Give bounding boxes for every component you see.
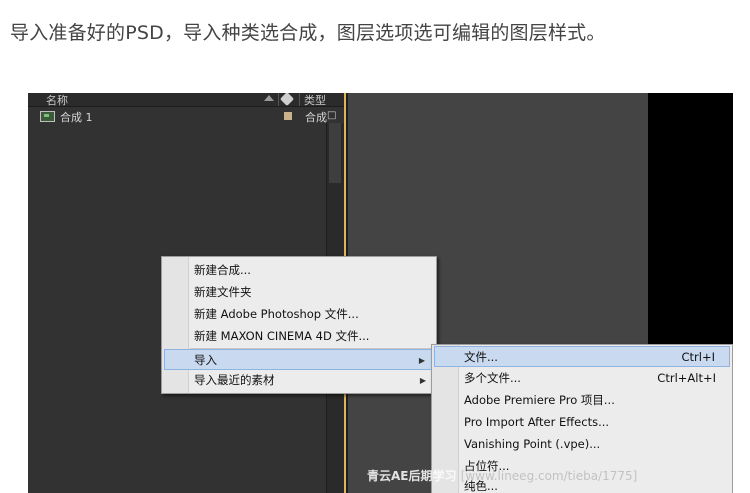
- column-type-header[interactable]: 类型: [304, 93, 326, 108]
- column-separator[interactable]: [299, 93, 300, 106]
- project-item-type: 合成: [305, 111, 327, 124]
- submenu-arrow-icon: ▶: [419, 376, 426, 385]
- article-caption: 导入准备好的PSD，导入种类选合成，图层选项选可编辑的图层样式。: [10, 22, 606, 44]
- menu-item-import[interactable]: 导入 ▶: [164, 349, 434, 370]
- label-color-swatch[interactable]: [284, 112, 292, 120]
- menu-item-label: Pro Import After Effects...: [464, 415, 610, 429]
- project-item-name: 合成 1: [60, 111, 93, 124]
- menu-item-label: 文件...: [464, 350, 498, 364]
- submenu-item-pro-import[interactable]: Pro Import After Effects...: [434, 412, 730, 433]
- menu-item-shortcut: Ctrl+Alt+I: [657, 371, 716, 385]
- menu-item-shortcut: Ctrl+I: [681, 350, 716, 364]
- flowchart-icon[interactable]: □: [327, 110, 336, 121]
- sort-up-icon[interactable]: [264, 95, 274, 101]
- project-column-header: 名称 类型: [28, 93, 344, 107]
- submenu-item-premiere-project[interactable]: Adobe Premiere Pro 项目...: [434, 390, 730, 411]
- menu-item-new-photoshop-file[interactable]: 新建 Adobe Photoshop 文件...: [164, 304, 434, 325]
- menu-item-new-composition[interactable]: 新建合成...: [164, 260, 434, 281]
- watermark-url: [www.lineeg.com/tieba/1775]: [460, 469, 638, 483]
- menu-item-label: 新建 Adobe Photoshop 文件...: [194, 307, 359, 321]
- scrollbar-thumb[interactable]: [329, 123, 341, 183]
- context-menu: 新建合成... 新建文件夹 新建 Adobe Photoshop 文件... 新…: [161, 256, 437, 394]
- project-item-row[interactable]: 合成 1 合成 □: [28, 108, 344, 124]
- menu-item-label: 新建文件夹: [194, 285, 252, 299]
- menu-item-label: 导入最近的素材: [194, 373, 275, 387]
- menu-item-label: 导入: [194, 353, 217, 367]
- menu-item-label: Adobe Premiere Pro 项目...: [464, 393, 615, 407]
- submenu-item-file[interactable]: 文件... Ctrl+I: [434, 346, 730, 367]
- menu-item-new-folder[interactable]: 新建文件夹: [164, 282, 434, 303]
- after-effects-screenshot: 名称 类型 合成 1 合成 □ 新建合成... 新建文件夹 新建 Adobe P…: [28, 93, 733, 493]
- submenu-arrow-icon: ▶: [418, 356, 425, 365]
- column-separator[interactable]: [278, 93, 279, 106]
- menu-item-label: 新建合成...: [194, 263, 251, 277]
- submenu-item-multiple-files[interactable]: 多个文件... Ctrl+Alt+I: [434, 368, 730, 389]
- menu-item-label: Vanishing Point (.vpe)...: [464, 437, 601, 451]
- label-tag-icon[interactable]: [279, 93, 295, 107]
- composition-icon: [40, 111, 55, 122]
- watermark-brand: 青云AE后期学习: [367, 469, 457, 483]
- column-name-header[interactable]: 名称: [46, 93, 68, 108]
- menu-item-new-cinema4d-file[interactable]: 新建 MAXON CINEMA 4D 文件...: [164, 326, 434, 347]
- submenu-item-vanishing-point[interactable]: Vanishing Point (.vpe)...: [434, 434, 730, 455]
- menu-item-label: 多个文件...: [464, 371, 521, 385]
- menu-item-import-recent[interactable]: 导入最近的素材 ▶: [164, 370, 434, 391]
- watermark: 青云AE后期学习 [www.lineeg.com/tieba/1775]: [367, 467, 637, 484]
- menu-item-label: 新建 MAXON CINEMA 4D 文件...: [194, 329, 370, 343]
